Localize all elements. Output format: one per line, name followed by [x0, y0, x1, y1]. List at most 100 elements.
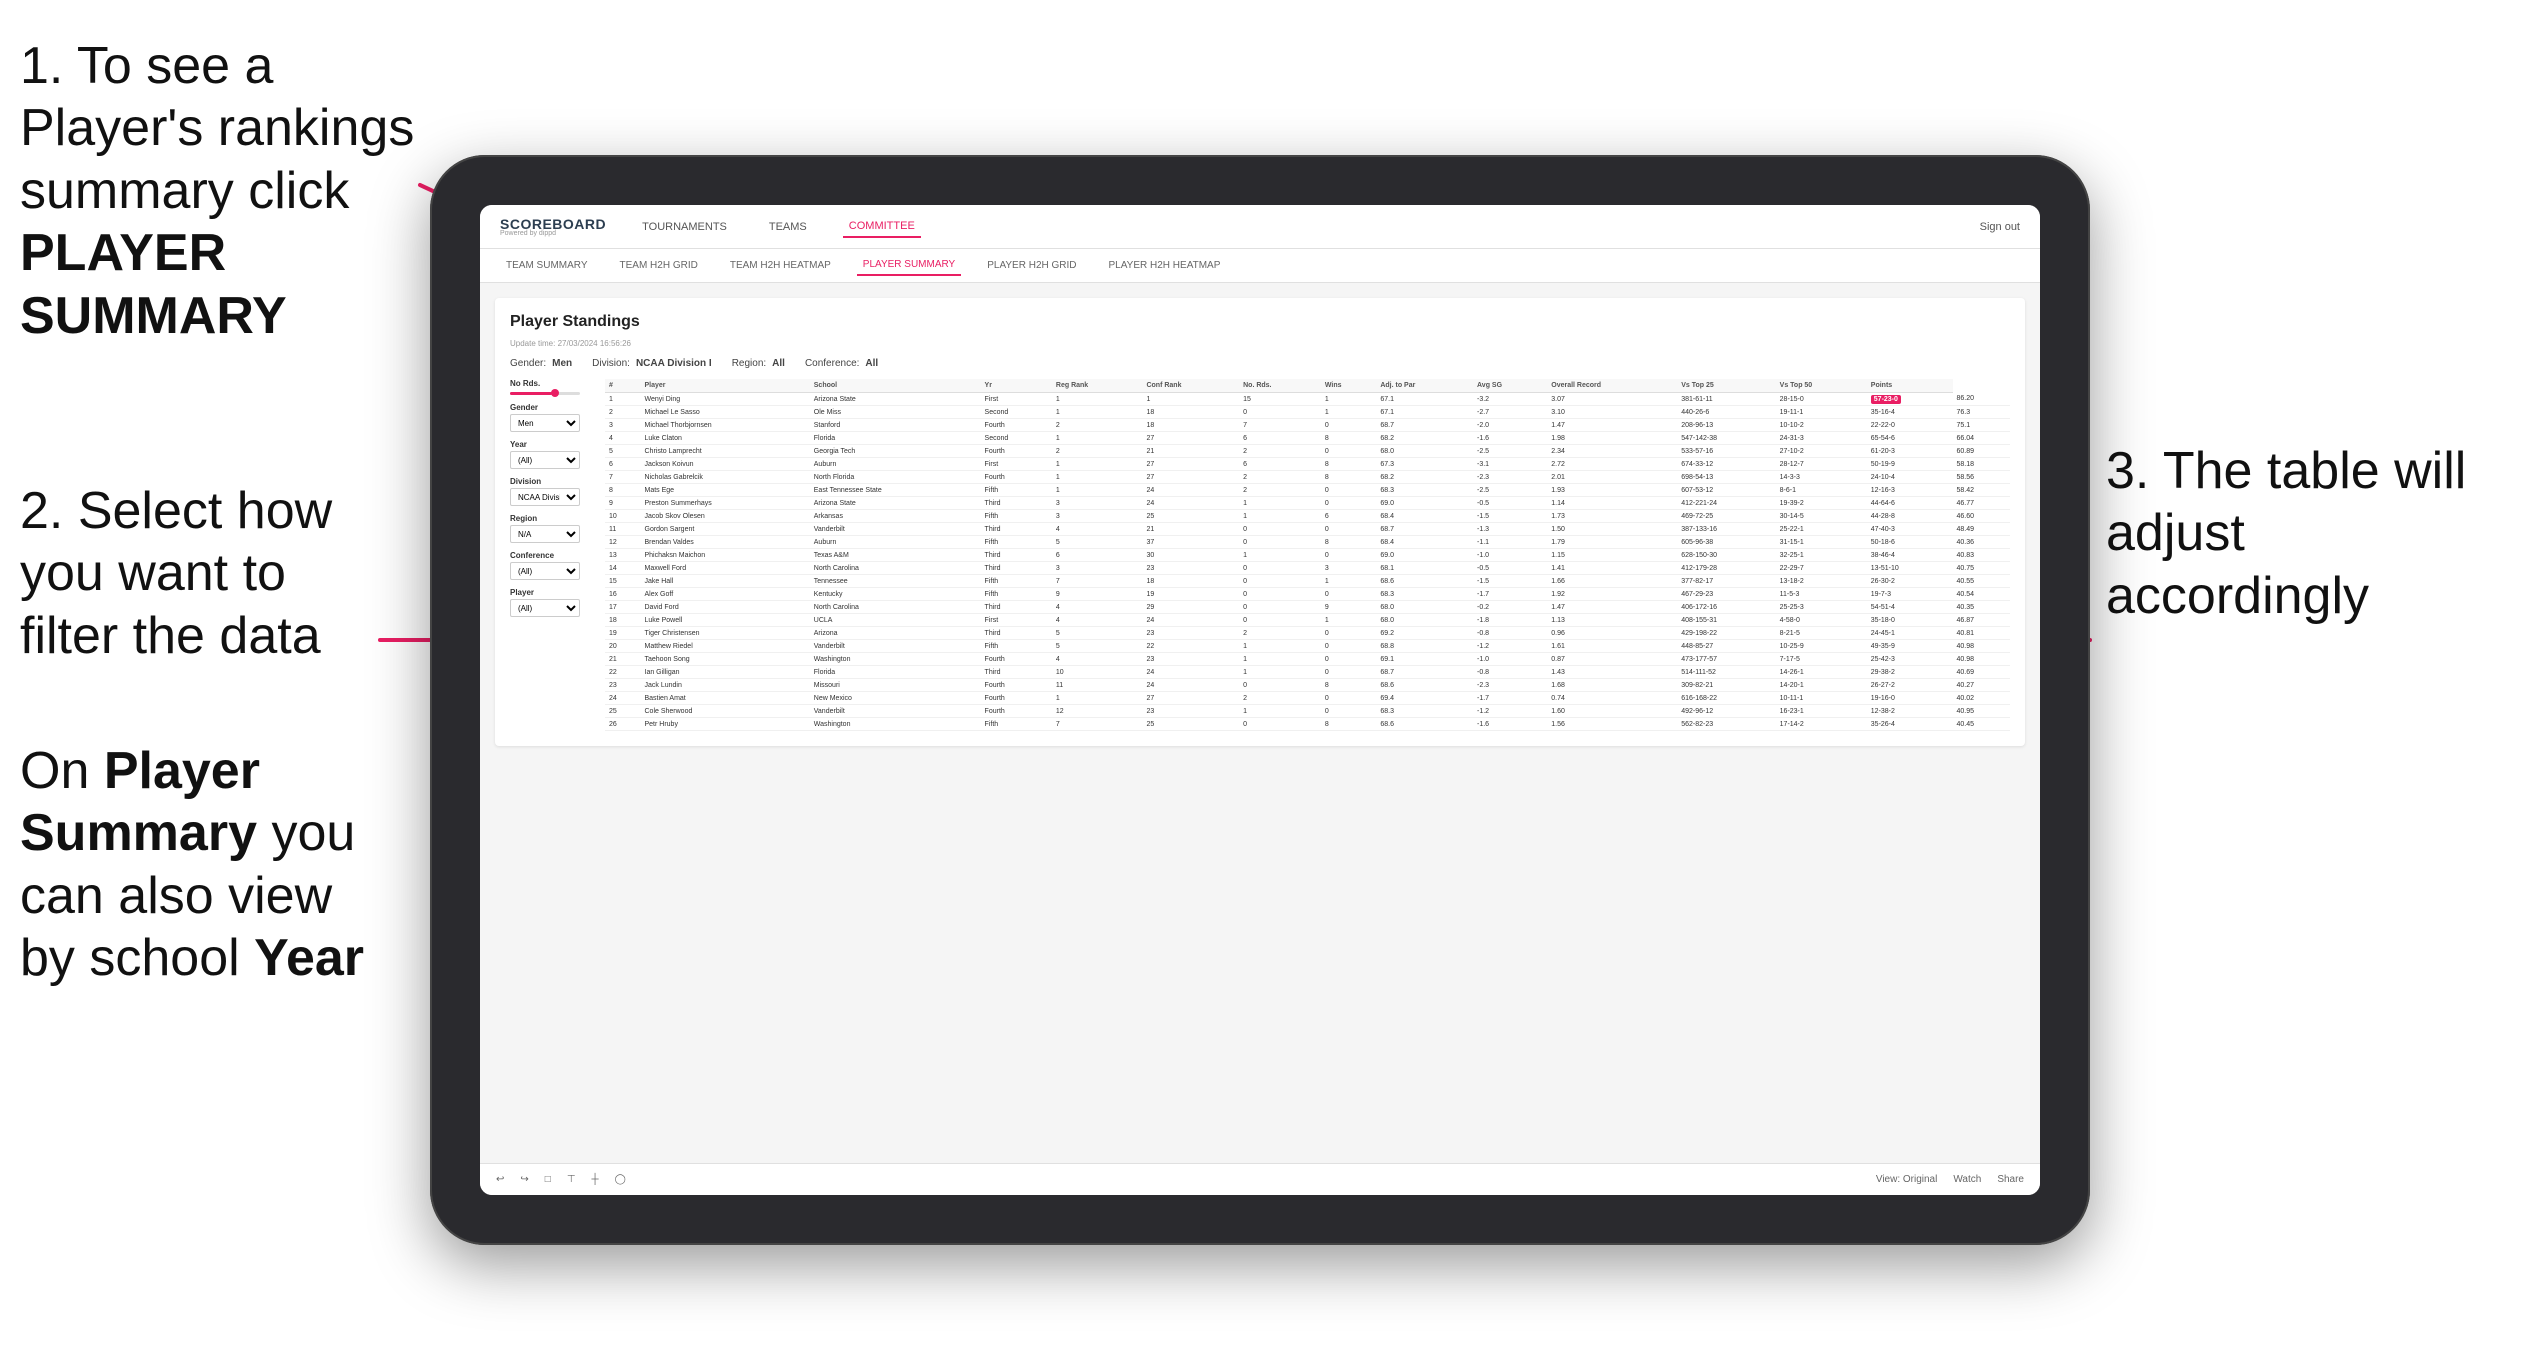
table-cell: Mats Ege	[641, 484, 810, 497]
subnav-player-summary[interactable]: PLAYER SUMMARY	[857, 255, 961, 276]
subnav-team-summary[interactable]: TEAM SUMMARY	[500, 256, 594, 275]
share-button[interactable]: Share	[1993, 1172, 2028, 1187]
sidebar-conference-select[interactable]: (All)	[510, 562, 580, 580]
table-cell: 68.3	[1376, 588, 1473, 601]
table-cell: -1.0	[1473, 653, 1547, 666]
watch-button[interactable]: Watch	[1949, 1172, 1985, 1187]
table-cell: 19-11-1	[1776, 406, 1867, 419]
table-cell: 1.68	[1547, 679, 1677, 692]
table-cell: 25	[1142, 718, 1239, 731]
table-cell: Vanderbilt	[810, 705, 981, 718]
table-cell: 1	[1239, 705, 1321, 718]
data-table: # Player School Yr Reg Rank Conf Rank No…	[605, 379, 2010, 731]
table-cell: Washington	[810, 653, 981, 666]
table-row: 11Gordon SargentVanderbiltThird4210068.7…	[605, 523, 2010, 536]
sidebar-player-select[interactable]: (All)	[510, 599, 580, 617]
table-cell: 1	[1052, 692, 1143, 705]
table-row: 20Matthew RiedelVanderbiltFifth5221068.8…	[605, 640, 2010, 653]
table-cell: 40.02	[1953, 692, 2011, 705]
table-row: 3Michael ThorbjornsenStanfordFourth21870…	[605, 419, 2010, 432]
table-cell: 16-23-1	[1776, 705, 1867, 718]
table-cell: Petr Hruby	[641, 718, 810, 731]
table-cell: 40.98	[1953, 653, 2011, 666]
table-cell: 40.81	[1953, 627, 2011, 640]
filters-row: Gender: Men Division: NCAA Division I Re…	[510, 358, 2010, 369]
col-conf-rank: Conf Rank	[1142, 379, 1239, 393]
update-time: Update time: 27/03/2024 16:56:26	[510, 339, 2010, 348]
undo-button[interactable]: ↩	[492, 1172, 508, 1187]
table-row: 6Jackson KoivunAuburnFirst1276867.3-3.12…	[605, 458, 2010, 471]
table-cell: 412-221-24	[1677, 497, 1775, 510]
table-cell: 1	[1321, 614, 1376, 627]
table-cell: 0	[1321, 484, 1376, 497]
table-cell: 25	[605, 705, 641, 718]
table-cell: 0	[1321, 445, 1376, 458]
table-cell: Fifth	[981, 588, 1052, 601]
table-cell: 1.98	[1547, 432, 1677, 445]
nav-committee[interactable]: COMMITTEE	[843, 216, 921, 238]
col-adj: Adj. to Par	[1376, 379, 1473, 393]
table-cell: 25-42-3	[1867, 653, 1953, 666]
subnav-team-h2h-grid[interactable]: TEAM H2H GRID	[614, 256, 704, 275]
table-cell: 40.83	[1953, 549, 2011, 562]
col-school: School	[810, 379, 981, 393]
subnav-team-h2h-heatmap[interactable]: TEAM H2H HEATMAP	[724, 256, 837, 275]
table-cell: 10	[1052, 666, 1143, 679]
sidebar-division-select[interactable]: NCAA Division I	[510, 488, 580, 506]
nav-tournaments[interactable]: TOURNAMENTS	[636, 217, 733, 237]
table-cell: 18	[1142, 575, 1239, 588]
table-cell: 6	[605, 458, 641, 471]
table-cell: 533-57-16	[1677, 445, 1775, 458]
table-cell: Third	[981, 601, 1052, 614]
table-cell: Preston Summerhays	[641, 497, 810, 510]
table-cell: First	[981, 458, 1052, 471]
slider-thumb[interactable]	[551, 389, 559, 397]
table-cell: -0.5	[1473, 497, 1547, 510]
clock-icon[interactable]: ◯	[611, 1172, 630, 1187]
table-cell: 7	[1052, 718, 1143, 731]
table-cell: Third	[981, 627, 1052, 640]
table-cell: Luke Claton	[641, 432, 810, 445]
table-cell: Gordon Sargent	[641, 523, 810, 536]
table-cell: Fifth	[981, 718, 1052, 731]
redo-button[interactable]: ↪	[516, 1172, 532, 1187]
gender-value: Men	[552, 358, 572, 369]
sidebar-gender-label: Gender	[510, 403, 590, 412]
table-cell: 1.93	[1547, 484, 1677, 497]
table-cell: 1.56	[1547, 718, 1677, 731]
table-cell: Michael Le Sasso	[641, 406, 810, 419]
view-original-button[interactable]: View: Original	[1872, 1172, 1942, 1187]
sidebar-gender-select[interactable]: Men	[510, 414, 580, 432]
sidebar-year-select[interactable]: (All)	[510, 451, 580, 469]
table-cell: Arkansas	[810, 510, 981, 523]
subnav-player-h2h-grid[interactable]: PLAYER H2H GRID	[981, 256, 1082, 275]
table-cell: 1	[1052, 458, 1143, 471]
nav-teams[interactable]: TEAMS	[763, 217, 813, 237]
toolbar-btn-2[interactable]: ⊤	[563, 1172, 580, 1187]
toolbar-btn-3[interactable]: ┼	[588, 1172, 603, 1187]
table-cell: 50-19-9	[1867, 458, 1953, 471]
table-cell: -1.6	[1473, 432, 1547, 445]
table-cell: 7	[1239, 419, 1321, 432]
subnav-player-h2h-heatmap[interactable]: PLAYER H2H HEATMAP	[1103, 256, 1227, 275]
table-cell: Matthew Riedel	[641, 640, 810, 653]
sign-out-link[interactable]: Sign out	[1980, 221, 2020, 233]
table-cell: 46.60	[1953, 510, 2011, 523]
toolbar-btn-1[interactable]: □	[541, 1172, 555, 1187]
table-cell: 68.3	[1376, 484, 1473, 497]
table-cell: 4	[1052, 653, 1143, 666]
table-cell: 19-39-2	[1776, 497, 1867, 510]
table-cell: 23	[1142, 562, 1239, 575]
sidebar-year-label: Year	[510, 440, 590, 449]
table-cell: Arizona State	[810, 497, 981, 510]
table-row: 17David FordNorth CarolinaThird4290968.0…	[605, 601, 2010, 614]
table-cell: Texas A&M	[810, 549, 981, 562]
table-cell: 18	[1142, 406, 1239, 419]
table-cell: 24-10-4	[1867, 471, 1953, 484]
sidebar-region-select[interactable]: N/A	[510, 525, 580, 543]
logo-area: SCOREBOARD Powered by dippd TOURNAMENTS …	[500, 216, 921, 238]
table-cell: 387-133-16	[1677, 523, 1775, 536]
table-cell: 448-85-27	[1677, 640, 1775, 653]
table-cell: 54-51-4	[1867, 601, 1953, 614]
table-cell: 1.43	[1547, 666, 1677, 679]
